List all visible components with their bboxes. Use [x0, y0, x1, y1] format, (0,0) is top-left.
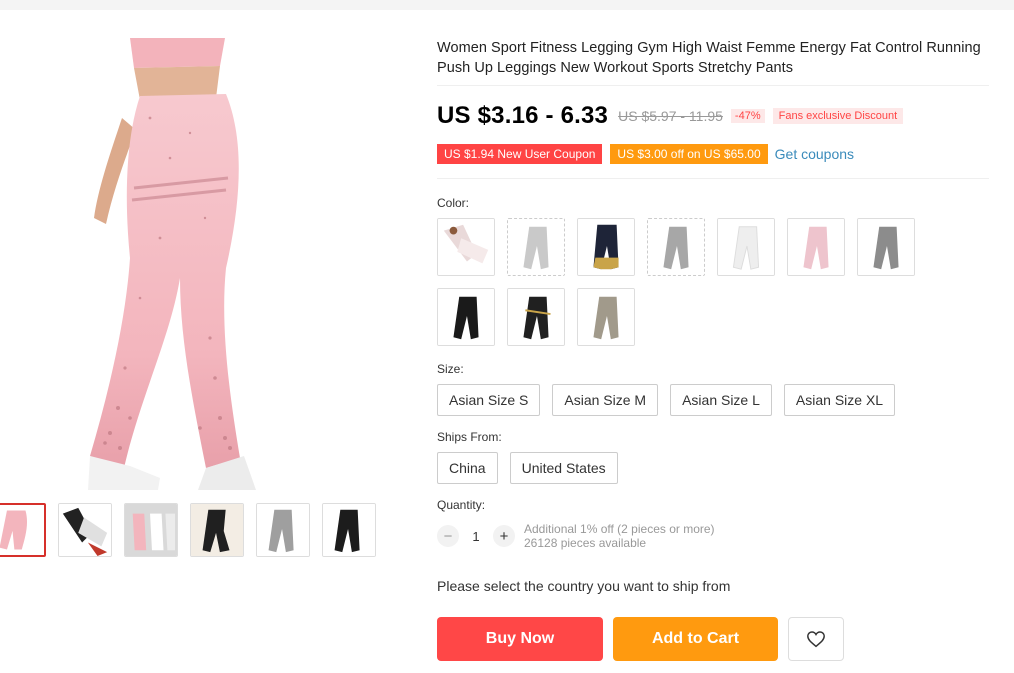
add-to-cart-button[interactable]: Add to Cart	[613, 617, 778, 661]
ship-country-message: Please select the country you want to sh…	[437, 578, 731, 594]
color-swatch-light-gray[interactable]	[507, 218, 565, 276]
pieces-available: 26128 pieces available	[524, 536, 647, 550]
quantity-notes: Additional 1% off (2 pieces or more) 261…	[524, 522, 715, 550]
buy-now-button[interactable]: Buy Now	[437, 617, 603, 661]
fans-discount-badge: Fans exclusive Discount	[772, 108, 904, 124]
price: US $3.16 - 6.33	[437, 102, 609, 129]
thumbnail-5[interactable]	[256, 503, 310, 557]
quantity-value[interactable]: 1	[459, 529, 493, 544]
discount-badge: -47%	[730, 109, 765, 123]
ships-from-united-states[interactable]: United States	[509, 452, 618, 484]
divider	[437, 85, 989, 86]
new-user-coupon[interactable]: US $1.94 New User Coupon	[437, 144, 603, 164]
color-swatch-pink-white[interactable]	[437, 218, 495, 276]
action-buttons: Buy Now Add to Cart	[437, 617, 989, 661]
color-swatch-gray[interactable]	[647, 218, 705, 276]
product-title: Women Sport Fitness Legging Gym High Wai…	[437, 40, 981, 76]
size-option-xl[interactable]: Asian Size XL	[783, 384, 896, 416]
store-coupon[interactable]: US $3.00 off on US $65.00	[610, 144, 768, 164]
quantity-label: Quantity:	[437, 498, 486, 512]
additional-discount-note: Additional 1% off (2 pieces or more)	[524, 522, 715, 536]
thumbnail-4[interactable]	[190, 503, 244, 557]
thumbnail-6[interactable]	[322, 503, 376, 557]
thumbnail-strip	[0, 503, 376, 557]
size-option-s[interactable]: Asian Size S	[437, 384, 541, 416]
get-coupons-link[interactable]: Get coupons	[775, 146, 854, 162]
ships-from-label: Ships From:	[437, 430, 502, 444]
color-label: Color:	[437, 196, 470, 210]
ships-from-china[interactable]: China	[437, 452, 498, 484]
price-row: US $3.16 - 6.33 US $5.97 - 11.95 -47% Fa…	[437, 102, 989, 130]
color-swatch-khaki[interactable]	[577, 288, 635, 346]
ships-from-options: China United States	[437, 452, 989, 484]
color-swatch-dark-gray[interactable]	[857, 218, 915, 276]
size-options: Asian Size S Asian Size M Asian Size L A…	[437, 384, 989, 416]
quantity-minus-button[interactable]: −	[437, 525, 459, 547]
thumbnail-2[interactable]	[58, 503, 112, 557]
color-swatch-navy-gold[interactable]	[577, 218, 635, 276]
quantity-plus-button[interactable]: +	[493, 525, 515, 547]
heart-icon	[807, 631, 825, 648]
wishlist-button[interactable]	[788, 617, 844, 661]
top-bar	[0, 0, 1014, 10]
color-swatch-white[interactable]	[717, 218, 775, 276]
size-option-m[interactable]: Asian Size M	[552, 384, 659, 416]
divider	[437, 178, 989, 179]
product-info-panel: Women Sport Fitness Legging Gym High Wai…	[437, 38, 989, 661]
size-label: Size:	[437, 362, 464, 376]
thumbnail-3[interactable]	[124, 503, 178, 557]
original-price: US $5.97 - 11.95	[618, 108, 723, 124]
main-product-image[interactable]	[30, 38, 360, 490]
size-option-l[interactable]: Asian Size L	[670, 384, 772, 416]
color-swatch-pink[interactable]	[787, 218, 845, 276]
thumbnail-1[interactable]	[0, 503, 46, 557]
color-swatch-black[interactable]	[437, 288, 495, 346]
coupon-row: US $1.94 New User Coupon US $3.00 off on…	[437, 144, 989, 164]
color-swatch-black-gold[interactable]	[507, 288, 565, 346]
color-swatches	[437, 218, 927, 346]
quantity-stepper: − 1 + Additional 1% off (2 pieces or mor…	[437, 522, 989, 550]
